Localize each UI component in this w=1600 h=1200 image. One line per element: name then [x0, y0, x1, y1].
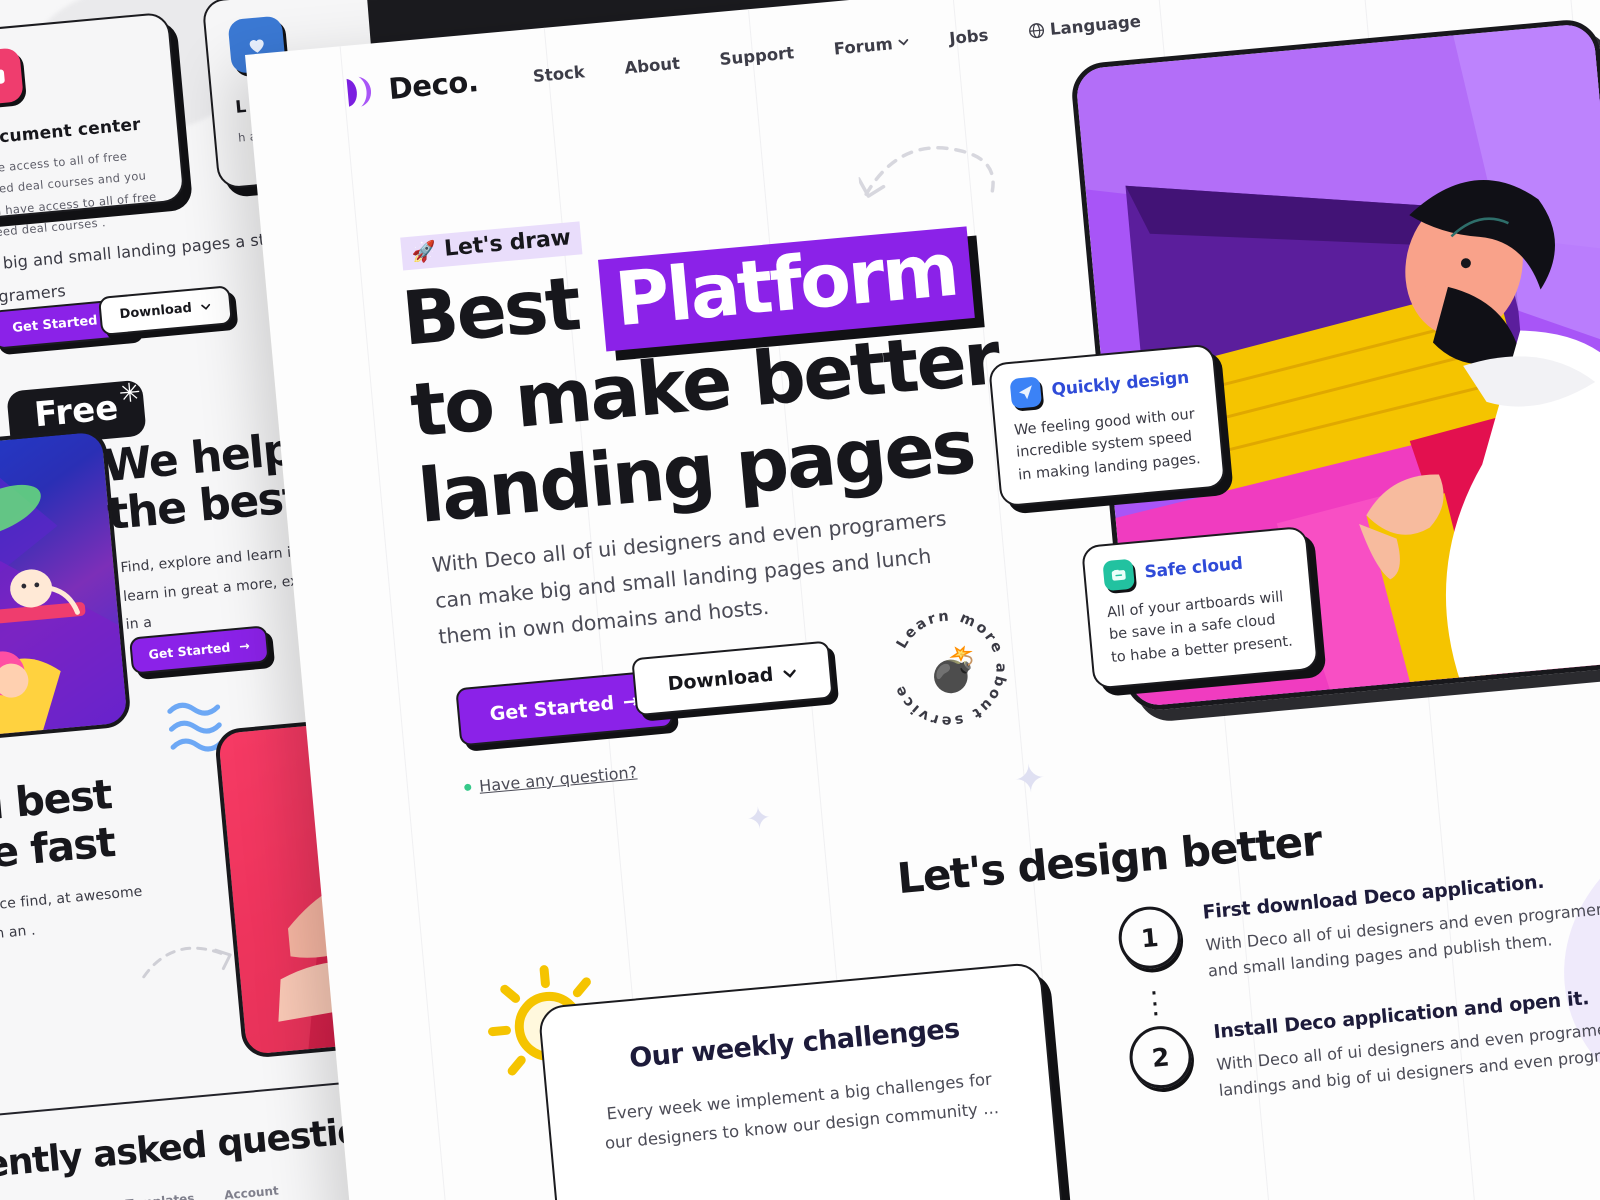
status-dot — [463, 783, 472, 792]
nav-label: About — [623, 53, 681, 78]
step-item-2: 2 Install Deco application and open it. … — [1126, 974, 1600, 1111]
nav-label: Forum — [832, 33, 894, 59]
deco-logo-icon — [346, 76, 372, 107]
bg-card-document-center[interactable]: Document center have access to all of fr… — [0, 11, 186, 240]
weekly-card-body: Every week we implement a big challenges… — [604, 1069, 1000, 1153]
arrow-right-icon: → — [238, 637, 251, 654]
chevron-down-icon — [201, 303, 211, 310]
bg-fast-body: n in an awesome place find, at awesome p… — [0, 883, 144, 955]
rocket-icon: 🚀 — [410, 238, 438, 265]
nav-item-jobs[interactable]: Jobs — [948, 25, 989, 47]
sparkle-icon: ✦ — [744, 800, 774, 838]
bg-fast-heading-line2: s to use fast — [0, 818, 117, 890]
logo-text: Deco. — [387, 64, 480, 107]
main-page-layer: Deco. Stock About Support Forum Jobs Lan… — [245, 0, 1600, 1200]
nav-label: Stock — [532, 61, 586, 86]
nav-label: Jobs — [948, 25, 990, 48]
decor-lavender-blob — [1549, 781, 1600, 1149]
bg-card-body: have access to all of free speed deal co… — [0, 148, 158, 241]
nav-links[interactable]: Stock About Support Forum Jobs Language — [532, 11, 1141, 85]
sparkle-icon: ✦ — [1011, 755, 1048, 803]
feature-card-header: Safe cloud — [1102, 545, 1290, 592]
feature-card-title: Safe cloud — [1143, 553, 1244, 583]
folder-icon — [1102, 558, 1136, 592]
send-icon — [1009, 376, 1043, 409]
feature-card-quickly-design[interactable]: Quickly design We feeling good with our … — [988, 343, 1227, 508]
hero-get-started-label: Get Started — [488, 692, 615, 726]
nav-item-stock[interactable]: Stock — [532, 62, 585, 86]
dashed-arrow-icon — [857, 146, 995, 198]
bg-help-get-started-label: Get Started — [147, 639, 231, 663]
hero-title-part1: Best — [398, 260, 583, 363]
nav-label: Language — [1049, 11, 1142, 39]
dashed-arrow-icon — [142, 946, 232, 979]
logo[interactable]: Deco. — [342, 64, 480, 110]
bg-card-title: Document center — [0, 114, 142, 150]
feature-card-safe-cloud[interactable]: Safe cloud All of your artboards will be… — [1080, 525, 1320, 691]
faq-tab-account[interactable]: Account — [224, 1183, 280, 1200]
globe-icon — [1029, 22, 1045, 38]
feature-card-title: Quickly design — [1050, 367, 1190, 401]
feature-card-body: We feeling good with our incredible syst… — [1013, 406, 1202, 484]
folder-icon — [0, 47, 24, 106]
presentation-canvas: Document center have access to all of fr… — [0, 0, 1600, 1200]
have-question-link[interactable]: Have any question? — [463, 762, 638, 797]
step-number: 2 — [1126, 1023, 1195, 1091]
hero-download-label: Download — [666, 663, 775, 696]
hero-download-button[interactable]: Download — [631, 640, 834, 717]
learn-more-badge[interactable]: Learn more about service 💣 — [878, 598, 1019, 739]
chevron-down-icon — [783, 669, 796, 678]
step-number: 1 — [1116, 903, 1184, 972]
weekly-card-title: Our weekly challenges — [628, 1013, 961, 1075]
bg-faq-heading: Frequently asked question — [0, 1108, 387, 1196]
sparkle-icon: ✳ — [117, 377, 143, 410]
nav-label: Support — [718, 42, 795, 69]
nav-item-forum[interactable]: Forum — [833, 32, 910, 58]
nav-item-about[interactable]: About — [624, 53, 681, 77]
feature-card-body: All of your artboards will be save in a … — [1106, 589, 1294, 666]
nav-item-language[interactable]: Language — [1027, 11, 1142, 40]
design-section-heading: Let's design better — [895, 815, 1324, 904]
nav-item-support[interactable]: Support — [719, 43, 795, 69]
bg-download-label: Download — [118, 300, 193, 323]
faq-tab-templates[interactable]: Templates — [125, 1191, 195, 1200]
free-badge-label: Free — [32, 387, 120, 436]
hero-heading: Best Platform to make better landing pag… — [399, 220, 1060, 540]
bomb-icon: 💣 — [925, 643, 983, 697]
feature-card-header: Quickly design — [1009, 362, 1198, 409]
bg-get-started-label: Get Started — [11, 313, 99, 337]
step-connector-dots: ... — [1149, 979, 1160, 1021]
weekly-challenges-card[interactable]: Our weekly challenges Every week we impl… — [537, 961, 1071, 1200]
hero-chip-label: Let's draw — [443, 225, 572, 262]
chevron-down-icon — [898, 39, 909, 46]
